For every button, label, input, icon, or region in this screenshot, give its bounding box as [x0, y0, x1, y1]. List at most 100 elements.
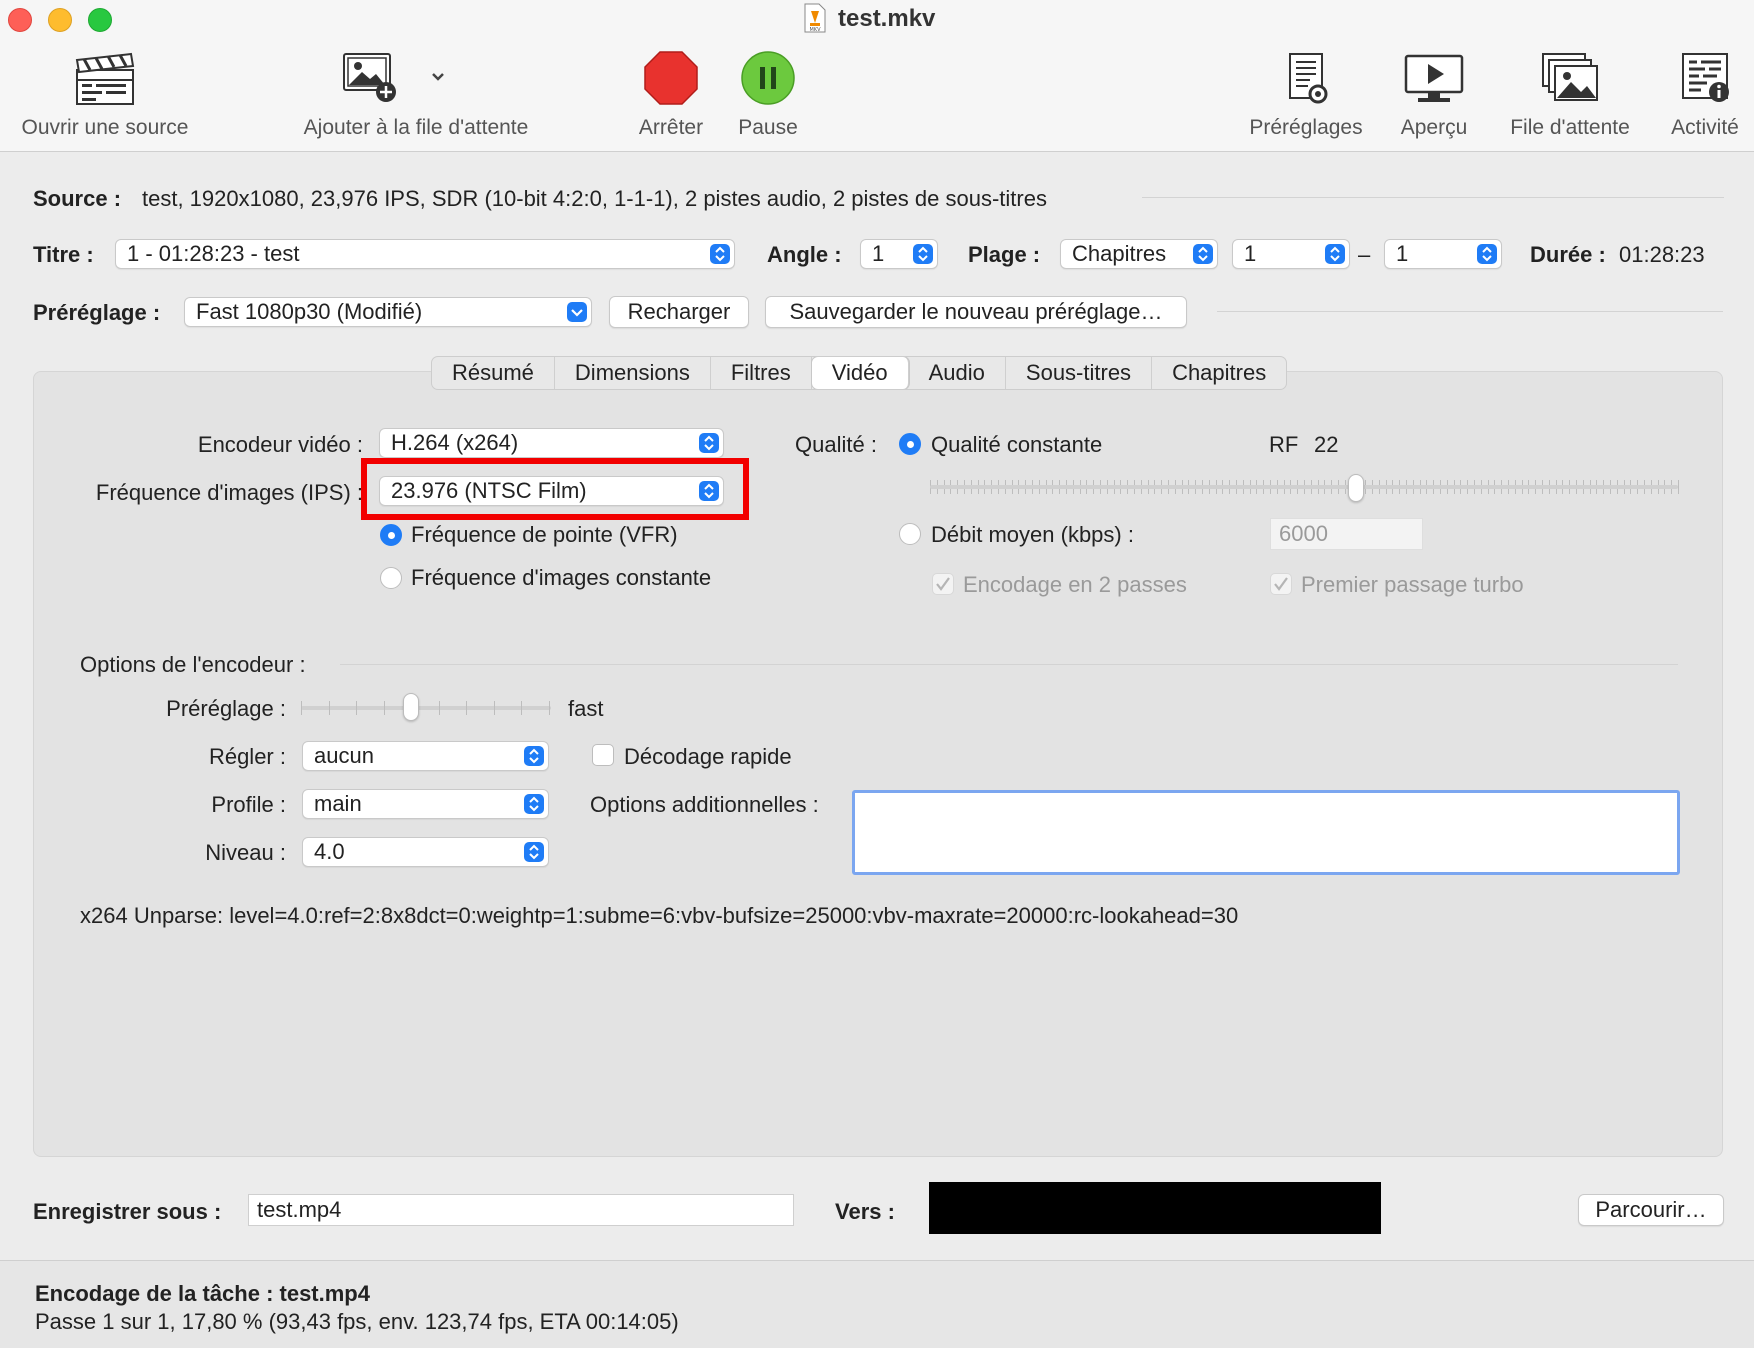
queue-button[interactable]: File d'attente — [1496, 50, 1644, 140]
status-bar: Encodage de la tâche : test.mp4 Passe 1 … — [0, 1260, 1754, 1348]
queue-label: File d'attente — [1510, 116, 1630, 139]
clapperboard-icon — [75, 52, 135, 105]
chevron-down-icon — [567, 302, 587, 322]
range-end-select[interactable]: 1 — [1384, 239, 1502, 269]
pause-icon — [741, 51, 795, 105]
document-gear-icon — [1289, 53, 1328, 104]
job-status: Encodage de la tâche : test.mp4 — [35, 1281, 370, 1306]
quality-slider[interactable] — [930, 472, 1679, 504]
add-to-queue-button[interactable]: Ajouter à la file d'attente — [280, 50, 552, 140]
video-encoder-value: H.264 (x264) — [391, 430, 519, 455]
bitrate-input[interactable]: 6000 — [1270, 518, 1423, 550]
save-new-preset-button[interactable]: Sauvegarder le nouveau préréglage… — [765, 296, 1187, 328]
checkmark-icon — [1274, 577, 1288, 591]
constant-quality-radio[interactable] — [899, 433, 921, 455]
preset-select-value: Fast 1080p30 (Modifié) — [196, 299, 423, 324]
range-type-value: Chapitres — [1072, 241, 1167, 266]
preview-button[interactable]: Aperçu — [1394, 50, 1474, 140]
tab-video[interactable]: Vidéo — [811, 357, 909, 389]
presets-label: Préréglages — [1249, 116, 1363, 139]
title-select[interactable]: 1 - 01:28:23 - test — [115, 239, 735, 269]
encoder-preset-knob[interactable] — [403, 693, 419, 721]
angle-label: Angle : — [767, 242, 842, 267]
slider-tick — [301, 701, 302, 715]
settings-tabs: Résumé Dimensions Filtres Vidéo Audio So… — [431, 356, 1288, 390]
slider-tick — [356, 701, 357, 715]
preset-select[interactable]: Fast 1080p30 (Modifié) — [184, 297, 592, 327]
browse-button[interactable]: Parcourir… — [1578, 1194, 1724, 1226]
title-select-value: 1 - 01:28:23 - test — [127, 241, 300, 266]
tab-chapters[interactable]: Chapitres — [1152, 357, 1286, 389]
tune-select[interactable]: aucun — [302, 741, 549, 771]
x264-unparse-text: x264 Unparse: level=4.0:ref=2:8x8dct=0:w… — [80, 903, 1239, 928]
encoder-preset-slider[interactable] — [301, 691, 551, 725]
chevron-updown-icon — [524, 842, 544, 862]
vfr-radio[interactable] — [380, 524, 402, 546]
slider-tick — [329, 701, 330, 715]
range-start-select[interactable]: 1 — [1232, 239, 1350, 269]
extra-options-textarea[interactable] — [852, 790, 1680, 875]
tab-dimensions[interactable]: Dimensions — [555, 357, 711, 389]
close-window-button[interactable] — [8, 8, 32, 32]
encoder-preset-value: fast — [568, 696, 604, 721]
extra-options-label: Options additionnelles : — [590, 792, 819, 817]
tab-summary[interactable]: Résumé — [432, 357, 555, 389]
source-separator — [1142, 197, 1724, 198]
rf-label: RF — [1269, 432, 1299, 457]
chevron-updown-icon — [699, 433, 719, 453]
preview-label: Aperçu — [1400, 116, 1468, 139]
pause-label: Pause — [738, 116, 798, 139]
two-pass-label: Encodage en 2 passes — [963, 572, 1187, 597]
fast-decode-checkbox[interactable] — [592, 744, 614, 766]
slider-track — [930, 485, 1678, 489]
open-source-button[interactable]: Ouvrir une source — [6, 50, 204, 140]
filename-input[interactable]: test.mp4 — [248, 1194, 794, 1226]
source-info: test, 1920x1080, 23,976 IPS, SDR (10-bit… — [142, 186, 1047, 211]
turbo-checkbox[interactable] — [1270, 573, 1292, 595]
destination-label: Vers : — [835, 1199, 895, 1224]
range-type-select[interactable]: Chapitres — [1060, 239, 1218, 269]
highlight-box — [361, 458, 749, 520]
chevron-updown-icon — [524, 746, 544, 766]
cfr-label: Fréquence d'images constante — [411, 565, 712, 590]
chevron-updown-icon — [524, 794, 544, 814]
avg-bitrate-radio[interactable] — [899, 523, 921, 545]
profile-select[interactable]: main — [302, 789, 549, 819]
window-titlebar: MKV test.mkv Ouvrir une source Ajouter à… — [0, 0, 1754, 152]
title-label: Titre : — [33, 242, 94, 267]
quality-slider-knob[interactable] — [1348, 474, 1364, 502]
activity-button[interactable]: Activité — [1662, 50, 1748, 140]
add-photo-icon — [343, 53, 444, 102]
tab-filters[interactable]: Filtres — [711, 357, 812, 389]
vfr-label: Fréquence de pointe (VFR) — [411, 522, 678, 547]
minimize-window-button[interactable] — [48, 8, 72, 32]
stop-button[interactable]: Arrêter — [628, 50, 714, 140]
encoder-options-label: Options de l'encodeur : — [80, 652, 306, 677]
tune-label: Régler : — [208, 744, 286, 769]
slider-tick — [1678, 480, 1679, 494]
log-info-icon — [1682, 53, 1729, 102]
level-select[interactable]: 4.0 — [302, 837, 549, 867]
destination-path-redacted[interactable] — [929, 1182, 1381, 1234]
range-label: Plage : — [968, 242, 1041, 267]
pause-button[interactable]: Pause — [730, 50, 806, 140]
angle-select[interactable]: 1 — [860, 239, 938, 269]
profile-value: main — [314, 791, 362, 816]
source-label: Source : — [33, 186, 122, 211]
slider-tick — [521, 701, 522, 715]
zoom-window-button[interactable] — [88, 8, 112, 32]
slider-track — [301, 706, 551, 710]
preset-label: Préréglage : — [33, 300, 161, 325]
two-pass-checkbox[interactable] — [932, 573, 954, 595]
tab-subtitles[interactable]: Sous-titres — [1006, 357, 1153, 389]
video-encoder-select[interactable]: H.264 (x264) — [379, 428, 724, 458]
presets-button[interactable]: Préréglages — [1240, 50, 1372, 140]
quality-slider-ticks — [930, 480, 1679, 494]
chevron-updown-icon — [1325, 244, 1345, 264]
open-source-label: Ouvrir une source — [21, 116, 189, 139]
constant-quality-label: Qualité constante — [931, 432, 1103, 457]
tab-audio[interactable]: Audio — [909, 357, 1006, 389]
cfr-radio[interactable] — [380, 567, 402, 589]
angle-select-value: 1 — [872, 241, 885, 266]
reload-preset-button[interactable]: Recharger — [609, 296, 749, 328]
